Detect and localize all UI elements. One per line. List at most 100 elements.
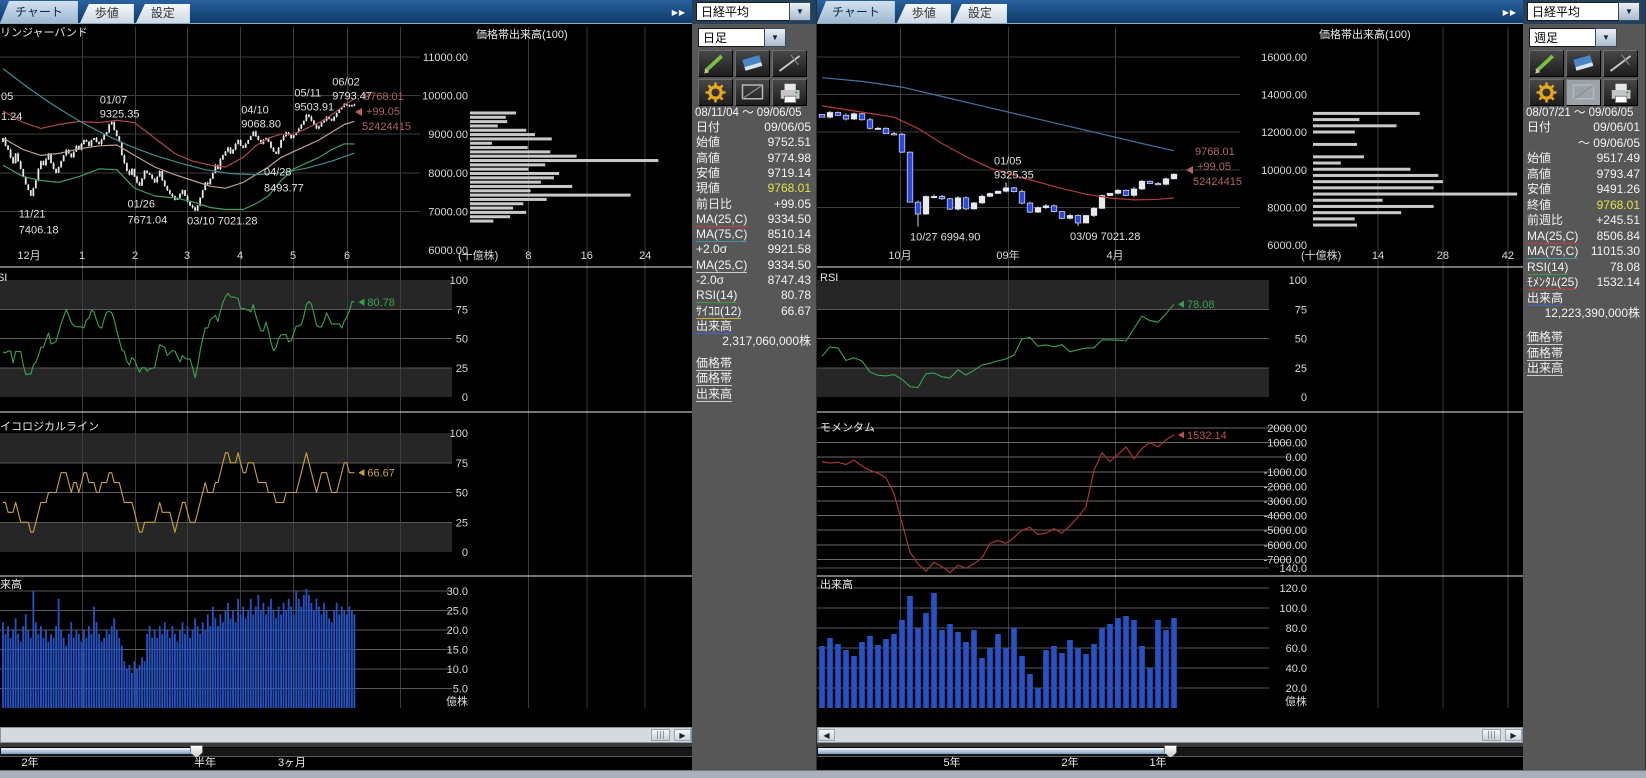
chart-window-right: チャート歩値設定 ▶▶ 16000.0014000.0012000.001000… [817, 0, 1523, 778]
info-label[interactable]: MA(25,C) [696, 258, 747, 273]
period-preset-0[interactable]: 2年 [21, 757, 38, 770]
svg-text:03/09 7021.28: 03/09 7021.28 [1070, 231, 1140, 243]
svg-text:12000.00: 12000.00 [1261, 127, 1307, 139]
panel-link-0[interactable]: 価格帯 [696, 356, 732, 371]
tab-left_window-0[interactable]: チャート [0, 1, 78, 23]
svg-text:120.0: 120.0 [1279, 583, 1307, 595]
panel-link-2[interactable]: 出来高 [696, 387, 732, 402]
info-label[interactable]: RSI(14) [696, 288, 737, 303]
info-value: 09/06/05 [764, 120, 811, 134]
info-label[interactable]: MA(25,C) [696, 212, 747, 227]
panel-link-0[interactable]: 価格帯 [1527, 330, 1563, 345]
svg-text:-3000.00: -3000.00 [1264, 496, 1307, 508]
info-label[interactable]: RSI(14) [1527, 260, 1568, 275]
svg-text:30.0: 30.0 [447, 586, 468, 598]
gear-tool-button[interactable] [1529, 79, 1564, 106]
chevron-down-icon[interactable]: ▼ [764, 28, 786, 47]
info-label: 始値 [1527, 151, 1551, 165]
period-preset-2[interactable]: 3ヶ月 [278, 757, 306, 770]
svg-text:15.0: 15.0 [447, 645, 468, 657]
region-tool-button[interactable] [735, 79, 770, 106]
info-value: 1532.14 [1597, 275, 1640, 289]
period-dropdown[interactable]: 日足 ▼ [698, 28, 786, 47]
svg-text:06/02: 06/02 [332, 77, 360, 89]
pencil-tool-button[interactable] [698, 50, 733, 77]
svg-text:1000.00: 1000.00 [1267, 438, 1307, 450]
zoom-slider-labels-left: 2年 半年 3ヶ月 [0, 757, 692, 771]
info-label[interactable]: MA(75,C) [696, 227, 747, 242]
weekly-chart-svg[interactable]: 16000.0014000.0012000.0010000.008000.006… [817, 24, 1523, 727]
info-row: 12,223,390,000株 [1527, 306, 1640, 321]
scroll-right-button[interactable]: ▶ [1505, 729, 1522, 741]
info-label: 日付 [696, 120, 720, 134]
chevron-down-icon[interactable]: ▼ [789, 2, 811, 21]
eraser-icon [736, 51, 769, 76]
printer-tool-button[interactable] [772, 79, 807, 106]
symbol-dropdown[interactable]: 日経平均 ▼ [696, 2, 811, 21]
info-label: 日付 [1527, 120, 1551, 134]
tab-right_window-2[interactable]: 設定 [953, 4, 1007, 23]
period-dropdown[interactable]: 週足 ▼ [1529, 28, 1617, 47]
svg-text:10000.00: 10000.00 [422, 91, 468, 103]
svg-text:24: 24 [639, 250, 651, 262]
pencil-tool-button[interactable] [1529, 50, 1564, 77]
h-scrollbar-right[interactable]: ◀▶ [817, 727, 1523, 743]
eraser-tool-button[interactable] [1566, 50, 1601, 77]
info-row: 安値9719.14 [696, 166, 811, 181]
svg-text:+99.05: +99.05 [366, 106, 400, 118]
info-value: 78.08 [1610, 260, 1640, 274]
info-label: 安値 [1527, 182, 1551, 196]
svg-text:0: 0 [462, 392, 468, 404]
svg-text:出来高: 出来高 [0, 577, 22, 591]
info-label[interactable]: 出来高 [1527, 291, 1563, 306]
info-label[interactable]: ｻｲｺﾛ(12) [696, 304, 741, 319]
gear-icon [1530, 80, 1563, 105]
tab-left_window-1[interactable]: 歩値 [80, 4, 134, 23]
info-label[interactable]: MA(75,C) [1527, 244, 1578, 259]
info-value: 9491.26 [1597, 182, 1640, 196]
tab-overflow-icon[interactable]: ▶▶ [1503, 8, 1523, 23]
svg-text:14000.00: 14000.00 [1261, 90, 1307, 102]
tab-right_window-1[interactable]: 歩値 [897, 4, 951, 23]
period-preset-1[interactable]: 2年 [1061, 757, 1078, 770]
chart-canvas-left[interactable]: 11000.0010000.009000.008000.007000.00600… [0, 24, 692, 727]
panel-link-2[interactable]: 出来高 [1527, 361, 1563, 376]
info-label[interactable]: MA(25,C) [1527, 229, 1578, 244]
svg-text:12月: 12月 [17, 250, 40, 262]
gear-tool-button[interactable] [698, 79, 733, 106]
info-label[interactable]: ﾓﾒﾝﾀﾑ(25) [1527, 275, 1578, 290]
tab-right_window-0[interactable]: チャート [817, 1, 895, 23]
eraser-tool-button[interactable] [735, 50, 770, 77]
info-value: 9768.01 [768, 181, 811, 195]
symbol-dropdown[interactable]: 日経平均 ▼ [1527, 2, 1640, 21]
chevron-down-icon[interactable]: ▼ [1618, 2, 1640, 21]
trendline-tool-button[interactable] [772, 50, 807, 77]
printer-tool-button[interactable] [1603, 79, 1638, 106]
panel-link-1[interactable]: 価格帯 [696, 371, 732, 386]
scroll-thumb-grip[interactable] [1482, 729, 1501, 741]
svg-text:11000.00: 11000.00 [423, 52, 468, 64]
info-row: 前週比+245.51 [1527, 213, 1640, 228]
chart-canvas-right[interactable]: 16000.0014000.0012000.0010000.008000.006… [817, 24, 1523, 727]
svg-text:0: 0 [462, 547, 468, 559]
svg-text:05: 05 [1, 91, 13, 103]
eraser-icon [1567, 51, 1600, 76]
info-label[interactable]: 出来高 [696, 319, 732, 334]
svg-text:75: 75 [456, 458, 468, 470]
scroll-thumb-grip[interactable] [651, 729, 670, 741]
period-preset-2[interactable]: 1年 [1149, 757, 1166, 770]
scroll-left-button[interactable]: ◀ [818, 729, 835, 741]
tab-left_window-2[interactable]: 設定 [136, 4, 190, 23]
region-tool-button[interactable] [1566, 79, 1601, 106]
chevron-down-icon[interactable]: ▼ [1595, 28, 1617, 47]
scroll-right-button[interactable]: ▶ [674, 729, 691, 741]
svg-text:5: 5 [290, 250, 296, 262]
daily-chart-svg[interactable]: 11000.0010000.009000.008000.007000.00600… [0, 24, 692, 727]
svg-text:モメンタム: モメンタム [820, 421, 875, 434]
h-scrollbar-left[interactable]: ▶ [0, 727, 692, 743]
tab-overflow-icon[interactable]: ▶▶ [672, 8, 692, 23]
trendline-tool-button[interactable] [1603, 50, 1638, 77]
panel-link-1[interactable]: 価格帯 [1527, 346, 1563, 361]
period-preset-1[interactable]: 半年 [194, 757, 216, 770]
period-preset-0[interactable]: 5年 [943, 757, 960, 770]
